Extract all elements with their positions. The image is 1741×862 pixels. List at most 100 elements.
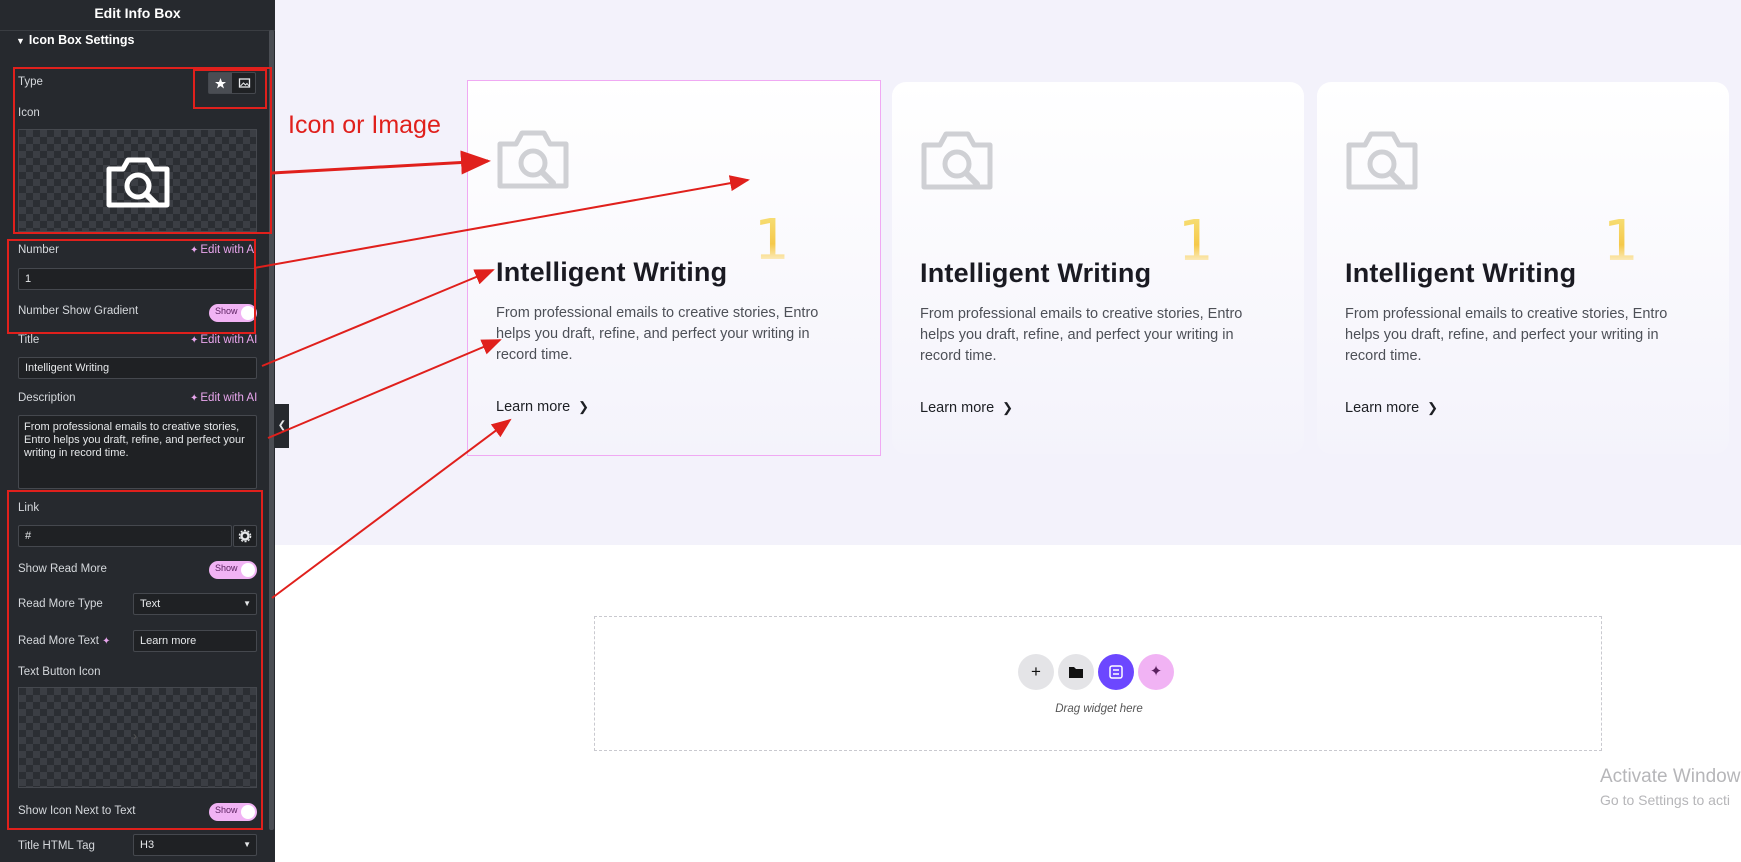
card-title: Intelligent Writing xyxy=(920,258,1152,288)
windows-activation-watermark: Activate Window Go to Settings to acti xyxy=(1600,766,1740,808)
select-value: Text xyxy=(140,598,161,610)
edit-with-ai-title[interactable]: ✦ Edit with AI xyxy=(190,334,257,346)
description-label: Description xyxy=(18,392,76,404)
gear-icon xyxy=(238,529,252,543)
elementor-kit-button[interactable] xyxy=(1098,654,1134,690)
title-html-tag-label: Title HTML Tag xyxy=(18,840,95,852)
hero-section: 1 Intelligent Writing From professional … xyxy=(275,0,1741,545)
edit-ai-label: Edit with AI xyxy=(200,334,258,346)
number-gradient-label: Number Show Gradient xyxy=(18,305,139,317)
title-input[interactable]: Intelligent Writing xyxy=(18,357,257,379)
chevron-right-icon: ❯ xyxy=(1427,400,1439,415)
read-more-text-input[interactable]: Learn more xyxy=(133,630,257,652)
title-html-tag-select[interactable]: H3 ▼ xyxy=(133,834,257,856)
camera-search-icon xyxy=(106,157,170,208)
show-read-more-label: Show Read More xyxy=(18,563,107,575)
editor-panel: Edit Info Box ▼ Icon Box Settings Type Ic… xyxy=(0,0,275,862)
show-icon-next-toggle[interactable]: Show xyxy=(209,803,257,821)
icon-label: Icon xyxy=(18,107,40,119)
folder-icon xyxy=(1069,667,1083,678)
text-button-icon-label: Text Button Icon xyxy=(18,666,101,678)
chevron-right-icon: › xyxy=(133,729,137,743)
ai-button[interactable]: ✦ xyxy=(1138,654,1174,690)
plus-icon: + xyxy=(1031,662,1041,681)
show-icon-next-label: Show Icon Next to Text xyxy=(18,805,136,817)
text-button-icon-picker[interactable]: › xyxy=(18,687,257,788)
star-icon xyxy=(215,78,226,89)
type-label: Type xyxy=(18,76,43,88)
type-image-button[interactable] xyxy=(233,73,256,93)
select-value: H3 xyxy=(140,839,155,851)
camera-search-icon xyxy=(1346,131,1418,190)
card-number: 1 xyxy=(1178,209,1214,274)
read-more-type-select[interactable]: Text ▼ xyxy=(133,593,257,615)
template-library-button[interactable] xyxy=(1058,654,1094,690)
learn-more-link[interactable]: Learn more ❯ xyxy=(496,399,589,415)
learn-more-link[interactable]: Learn more ❯ xyxy=(1345,400,1438,416)
ai-sparkle-icon: ✦ xyxy=(1149,663,1163,680)
show-read-more-toggle[interactable]: Show xyxy=(209,561,257,579)
link-input[interactable]: # xyxy=(18,525,232,547)
link-options-button[interactable] xyxy=(233,525,257,547)
title-label: Title xyxy=(18,334,40,346)
ai-sparkle-icon[interactable]: ✦ xyxy=(102,636,110,647)
camera-search-icon xyxy=(921,131,993,190)
toggle-text: Show xyxy=(215,805,238,815)
read-more-text-label-text: Read More Text xyxy=(18,635,99,647)
read-more-type-label: Read More Type xyxy=(18,598,103,610)
read-more-text-label: Read More Text ✦ xyxy=(18,635,111,647)
type-switcher xyxy=(208,72,256,94)
chevron-right-icon: ❯ xyxy=(1002,400,1014,415)
card-description: From professional emails to creative sto… xyxy=(920,306,1243,364)
drop-zone[interactable]: + ✦ Drag widget here xyxy=(594,616,1602,751)
info-box-card[interactable]: 1 Intelligent Writing From professional … xyxy=(467,80,881,456)
learn-more-text: Learn more xyxy=(496,399,571,415)
learn-more-link[interactable]: Learn more ❯ xyxy=(920,400,1013,416)
add-section-button[interactable]: + xyxy=(1018,654,1054,690)
panel-scrollbar[interactable] xyxy=(269,30,274,830)
panel-header: Edit Info Box xyxy=(0,0,275,31)
elementor-kit-icon xyxy=(1109,665,1123,679)
chevron-down-icon: ▼ xyxy=(243,840,251,849)
ai-sparkle-icon: ✦ xyxy=(190,393,199,404)
image-icon xyxy=(238,78,251,88)
toggle-text: Show xyxy=(215,563,238,573)
type-icon-button[interactable] xyxy=(209,73,232,93)
edit-with-ai-number[interactable]: ✦ Edit with A xyxy=(190,244,254,256)
ai-sparkle-icon: ✦ xyxy=(190,335,199,346)
preview-canvas: 1 Intelligent Writing From professional … xyxy=(275,0,1741,862)
link-label: Link xyxy=(18,502,40,514)
caret-down-icon: ▼ xyxy=(16,36,25,46)
number-label: Number xyxy=(18,244,59,256)
toggle-text: Show xyxy=(215,306,238,316)
ai-sparkle-icon: ✦ xyxy=(190,245,199,256)
number-input[interactable]: 1 xyxy=(18,268,257,290)
card-number: 1 xyxy=(754,208,790,273)
info-box-card[interactable]: 1 Intelligent Writing From professional … xyxy=(1317,82,1729,454)
section-title: Icon Box Settings xyxy=(28,33,135,47)
learn-more-text: Learn more xyxy=(1345,400,1420,416)
chevron-left-icon: ❮ xyxy=(277,420,287,431)
card-title: Intelligent Writing xyxy=(496,257,728,287)
edit-with-ai-description[interactable]: ✦ Edit with AI xyxy=(190,392,257,404)
card-title: Intelligent Writing xyxy=(1345,258,1577,288)
collapse-panel-button[interactable]: ❮ xyxy=(275,404,289,448)
info-box-card[interactable]: 1 Intelligent Writing From professional … xyxy=(892,82,1304,454)
toggle-knob xyxy=(241,805,255,819)
learn-more-text: Learn more xyxy=(920,400,995,416)
chevron-down-icon: ▼ xyxy=(243,599,251,608)
edit-ai-label: Edit with A xyxy=(200,244,255,256)
edit-ai-label: Edit with AI xyxy=(200,392,258,404)
toggle-knob xyxy=(241,306,255,320)
number-gradient-toggle[interactable]: Show xyxy=(209,304,257,322)
watermark-line2: Go to Settings to acti xyxy=(1600,792,1730,808)
camera-search-icon xyxy=(497,130,569,189)
card-number: 1 xyxy=(1603,209,1639,274)
watermark-line1: Activate Window xyxy=(1600,766,1741,787)
icon-picker[interactable] xyxy=(18,129,257,232)
toggle-knob xyxy=(241,563,255,577)
drop-zone-text: Drag widget here xyxy=(1055,703,1143,715)
card-description: From professional emails to creative sto… xyxy=(1345,306,1668,364)
section-icon-box-settings[interactable]: ▼ Icon Box Settings xyxy=(16,33,135,47)
description-textarea[interactable]: From professional emails to creative sto… xyxy=(18,415,257,489)
